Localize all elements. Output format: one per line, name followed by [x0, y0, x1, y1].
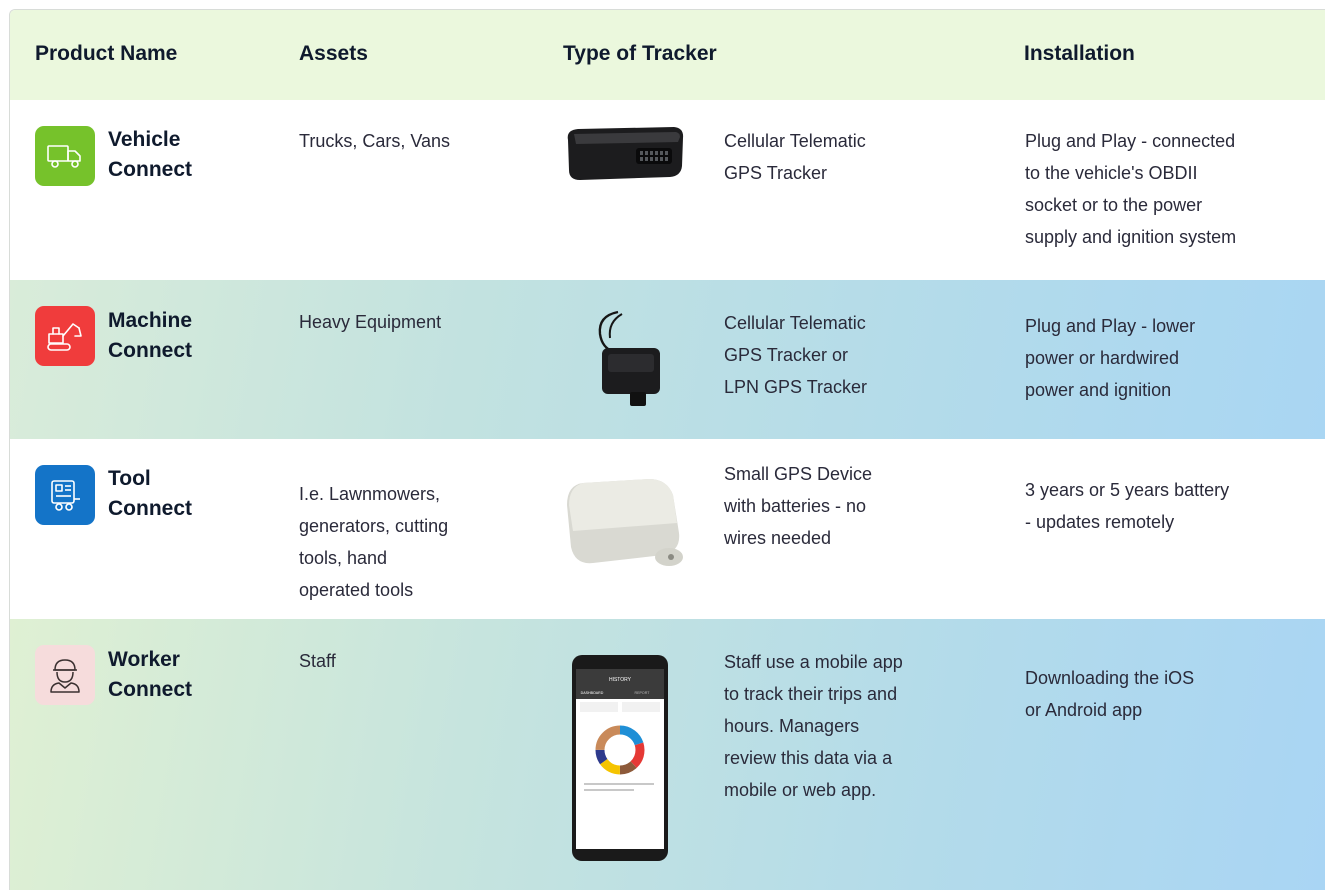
tracker-type-cell: Cellular Telematic GPS Tracker or LPN GP… — [724, 313, 868, 397]
header-product-name: Product Name — [35, 42, 178, 65]
wired-tracker-image — [588, 308, 668, 415]
excavator-icon — [35, 306, 95, 366]
table-row-tool-connect: Tool Connect I.e. Lawnmowers, generators… — [10, 439, 1325, 619]
installation-cell: Plug and Play - lower power or hardwired… — [1025, 316, 1196, 400]
assets-cell: I.e. Lawnmowers, generators, cutting too… — [299, 484, 449, 600]
phone-screen-tab-report: REPORT — [635, 691, 651, 695]
product-name-worker: Worker Connect — [108, 648, 192, 701]
header-type-of-tracker: Type of Tracker — [563, 42, 717, 65]
obd-tracker-image — [562, 122, 688, 193]
worker-icon — [35, 645, 95, 705]
installation-cell: Plug and Play - connected to the vehicle… — [1025, 131, 1237, 247]
product-name-machine: Machine Connect — [108, 309, 193, 362]
table-row-vehicle-connect: Vehicle Connect Trucks, Cars, Vans Cellu… — [10, 100, 1325, 280]
product-name-vehicle: Vehicle Connect — [108, 128, 192, 181]
table-row-machine-connect: Machine Connect Heavy Equipment Cellular… — [10, 280, 1325, 439]
mobile-app-phone-image: HISTORY DASHBOARD REPORT — [572, 655, 668, 866]
assets-cell: Trucks, Cars, Vans — [299, 131, 451, 151]
header-installation: Installation — [1024, 42, 1135, 65]
battery-tracker-image — [563, 475, 683, 576]
product-name-tool: Tool Connect — [108, 467, 192, 520]
tracker-type-cell: Staff use a mobile app to track their tr… — [724, 652, 903, 800]
phone-screen-tab-dashboard: DASHBOARD — [581, 691, 604, 695]
installation-cell: 3 years or 5 years battery - updates rem… — [1025, 480, 1230, 532]
assets-cell: Staff — [299, 651, 336, 671]
installation-cell: Downloading the iOS or Android app — [1025, 668, 1195, 720]
header-assets: Assets — [299, 42, 368, 65]
tracker-type-cell: Small GPS Device with batteries - no wir… — [724, 464, 873, 548]
table-row-worker-connect: Worker Connect Staff HISTORY DASHBOARD R… — [10, 619, 1325, 890]
tool-trailer-icon — [35, 465, 95, 525]
truck-icon — [35, 126, 95, 186]
assets-cell: Heavy Equipment — [299, 312, 442, 332]
tracker-type-cell: Cellular Telematic GPS Tracker — [724, 131, 866, 183]
table-header: Product Name Assets Type of Tracker Inst… — [10, 10, 1325, 100]
product-comparison-table: Product Name Assets Type of Tracker Inst… — [9, 9, 1325, 890]
phone-screen-title: HISTORY — [609, 677, 632, 683]
